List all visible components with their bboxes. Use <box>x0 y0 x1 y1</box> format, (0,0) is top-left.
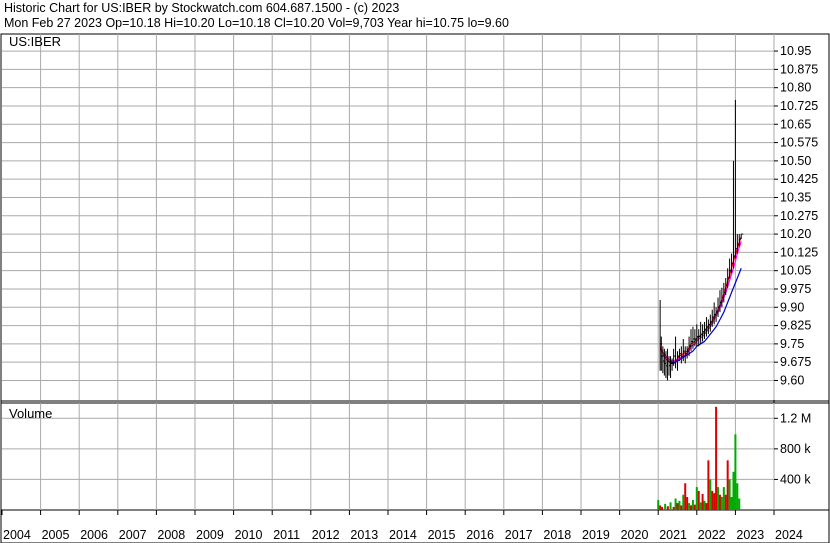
year-label: 2004 <box>3 528 31 542</box>
volume-bar <box>664 503 667 510</box>
price-tick-label: 10.95 <box>780 44 811 58</box>
volume-axis-ticks: 1.2 M 800 k 400 k <box>774 411 811 486</box>
year-label: 2022 <box>698 528 726 542</box>
volume-bar <box>669 502 672 510</box>
volume-bar <box>690 505 693 510</box>
year-label: 2005 <box>42 528 70 542</box>
volume-bar <box>661 506 664 510</box>
volume-bar <box>705 503 708 510</box>
volume-bar <box>724 494 727 510</box>
price-tick-label: 9.90 <box>780 300 804 314</box>
volume-bar <box>697 490 700 510</box>
volume-bar <box>678 500 681 510</box>
year-label: 2013 <box>350 528 378 542</box>
volume-bar <box>713 493 716 510</box>
volume-bar <box>711 490 714 510</box>
year-label: 2014 <box>389 528 417 542</box>
price-tick-label: 9.75 <box>780 337 804 351</box>
price-tick-label: 9.60 <box>780 373 804 387</box>
price-bars <box>659 99 744 381</box>
volume-bar <box>680 505 683 510</box>
price-tick-label: 9.975 <box>780 282 811 296</box>
volume-tick-label: 1.2 M <box>780 411 811 425</box>
volume-bar <box>659 505 662 510</box>
price-tick-label: 10.35 <box>780 190 811 204</box>
price-tick-label: 9.675 <box>780 355 811 369</box>
price-tick-label: 10.125 <box>780 245 818 259</box>
year-label: 2021 <box>659 528 687 542</box>
price-tick-label: 10.875 <box>780 62 818 76</box>
price-tick-label: 10.80 <box>780 81 811 95</box>
volume-bar <box>726 460 729 510</box>
volume-bar <box>734 434 737 510</box>
volume-bar <box>691 500 694 510</box>
volume-bar <box>682 494 685 510</box>
price-tick-label: 10.05 <box>780 264 811 278</box>
volume-bar <box>672 506 675 510</box>
symbol-label: US:IBER <box>9 34 61 49</box>
year-label: 2007 <box>119 528 147 542</box>
year-label: 2008 <box>157 528 185 542</box>
volume-bar <box>738 498 741 510</box>
year-label: 2016 <box>466 528 494 542</box>
volume-bar <box>701 493 704 510</box>
volume-bar <box>732 471 735 510</box>
volume-bar <box>684 483 687 510</box>
moving-average-line <box>669 267 742 365</box>
volume-bar <box>686 497 689 510</box>
volume-bar <box>657 500 660 510</box>
volume-bar <box>718 494 721 510</box>
volume-bar <box>715 406 718 510</box>
price-tick-label: 10.50 <box>780 154 811 168</box>
price-axis-ticks: 10.95 10.875 10.80 10.725 10.65 10.575 10.50 10… <box>774 44 818 387</box>
volume-bar <box>703 500 706 510</box>
chart-canvas: US:IBER Volume 10.9510.87510.8010.72510.… <box>0 33 830 543</box>
year-label: 2018 <box>543 528 571 542</box>
volume-bar <box>674 498 677 510</box>
volume-label: Volume <box>9 406 52 421</box>
volume-bar <box>720 497 723 510</box>
volume-bar <box>693 504 696 510</box>
volume-bar <box>707 460 710 510</box>
volume-tick-label: 800 k <box>780 442 811 456</box>
price-tick-label: 10.425 <box>780 172 818 186</box>
price-tick-label: 9.825 <box>780 319 811 333</box>
price-tick-label: 10.65 <box>780 117 811 131</box>
price-tick-label: 10.575 <box>780 136 818 150</box>
year-label: 2017 <box>505 528 533 542</box>
year-label: 2011 <box>273 528 300 542</box>
volume-bar <box>736 483 739 510</box>
year-axis-ticks: 2004 2005 2006 2007 2008 2009 2010 2011 2012 2013… <box>1 510 803 542</box>
year-label: 2023 <box>736 528 764 542</box>
volume-bar <box>699 502 702 510</box>
volume-bar <box>688 503 691 510</box>
volume-bar <box>676 503 679 510</box>
year-label: 2015 <box>428 528 456 542</box>
volume-bars <box>657 406 741 510</box>
volume-bar <box>728 479 731 510</box>
year-label: 2009 <box>196 528 224 542</box>
volume-bar <box>709 479 712 510</box>
grid-lines <box>2 34 775 510</box>
year-label: 2024 <box>775 528 803 542</box>
year-label: 2010 <box>235 528 263 542</box>
volume-bar <box>717 487 720 510</box>
volume-bar <box>666 506 669 510</box>
year-label: 2012 <box>312 528 340 542</box>
volume-tick-label: 400 k <box>780 472 811 486</box>
price-tick-label: 10.275 <box>780 209 818 223</box>
stockwatch-historic-chart: Historic Chart for US:IBER by Stockwatch… <box>0 0 830 543</box>
price-tick-label: 10.725 <box>780 99 818 113</box>
year-label: 2020 <box>621 528 649 542</box>
volume-bar <box>695 487 698 510</box>
price-tick-label: 10.20 <box>780 227 811 241</box>
volume-bar <box>722 487 725 510</box>
volume-bar <box>730 497 733 510</box>
year-label: 2006 <box>80 528 108 542</box>
year-label: 2019 <box>582 528 610 542</box>
